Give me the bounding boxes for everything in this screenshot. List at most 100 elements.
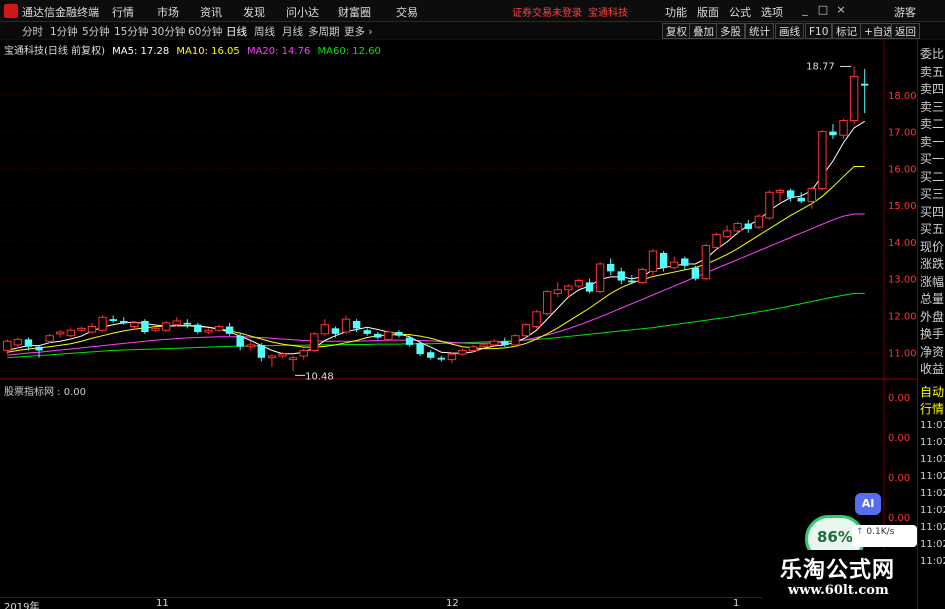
- candle: [861, 69, 869, 114]
- candle-body-down: [606, 263, 615, 272]
- quote-label: 外盘: [920, 309, 945, 324]
- ma5-line: [7, 120, 865, 355]
- quote-label: 涨跌: [920, 257, 945, 271]
- price-tick-label: 18.00: [888, 91, 917, 102]
- candle-body-up: [542, 291, 552, 315]
- tick-time: 11:02: [920, 556, 945, 567]
- candle-body-up: [765, 191, 774, 219]
- candle: [172, 317, 181, 327]
- candle: [733, 221, 742, 235]
- candle: [691, 265, 700, 281]
- network-speed-card: ↑ 0.1K/s: [852, 525, 917, 547]
- candle-body-down: [35, 346, 43, 351]
- candle: [87, 322, 97, 334]
- site-watermark: 乐淘公式网 www.60lt.com: [762, 550, 917, 600]
- candle-body-up: [648, 250, 658, 272]
- quote-label: 买三: [920, 187, 945, 201]
- candle: [849, 66, 859, 125]
- candle-body-down: [501, 341, 509, 345]
- quote-label: 换手: [920, 327, 945, 341]
- candle-body-up: [161, 322, 171, 331]
- candle: [839, 118, 848, 139]
- candle-body-down: [352, 320, 361, 329]
- candle: [712, 232, 721, 250]
- price-tick-label: 13.00: [888, 275, 917, 286]
- candle-body-up: [818, 131, 827, 190]
- candle-body-down: [437, 357, 445, 360]
- indicator-tick-label: 0.00: [888, 433, 910, 444]
- candle-body-up: [56, 331, 65, 335]
- candle-body-up: [320, 324, 330, 335]
- tick-time: 11:02: [920, 522, 945, 533]
- candle-body-down: [374, 333, 382, 338]
- candle-body-up: [87, 326, 97, 333]
- candle: [66, 328, 76, 338]
- ai-assistant-button[interactable]: AI: [855, 493, 881, 515]
- candle-body-up: [564, 285, 573, 291]
- tick-time: 11:02: [920, 539, 945, 550]
- candle: [341, 315, 351, 334]
- price-axis: 11.00 12.00 13.00 14.00 15.00 16.00 17.00 18.00: [888, 91, 917, 359]
- candle-body-up: [45, 335, 54, 342]
- candle: [384, 330, 393, 342]
- candle-body-down: [257, 344, 266, 358]
- candle-body-down: [120, 320, 128, 323]
- candle: [511, 333, 520, 347]
- candle-body-up: [214, 326, 224, 331]
- quote-label: 买四: [920, 204, 945, 219]
- date-label-year: 2019年: [4, 602, 40, 609]
- candle: [331, 326, 340, 338]
- candle-body-up: [722, 230, 732, 237]
- candle-body-up: [468, 346, 478, 351]
- candle: [427, 350, 435, 360]
- candle-body-down: [829, 131, 837, 136]
- auto-quote-label: 行情: [920, 402, 945, 416]
- candle-body-down: [363, 330, 371, 334]
- candle: [606, 258, 615, 276]
- candle-body-down: [194, 324, 202, 333]
- indicator-tick-label: 0.00: [888, 473, 910, 484]
- kline-chart[interactable]: 11.00 12.00 13.00 14.00 15.00 16.00 17.00 18.00…: [0, 0, 917, 597]
- candle: [236, 333, 244, 351]
- indicator-panel: 0.00 0.00 0.00 0.00: [0, 393, 910, 524]
- candle: [225, 322, 234, 336]
- quote-label: 委比: [920, 47, 945, 61]
- candle-body-down: [395, 332, 403, 336]
- candle: [246, 341, 255, 351]
- candle-body-down: [405, 337, 414, 345]
- quote-label: 卖一: [920, 134, 945, 149]
- candle: [183, 319, 191, 329]
- tick-time: 11:02: [920, 471, 945, 482]
- candle-body-up: [130, 322, 139, 328]
- candle: [363, 328, 371, 336]
- watermark-url: www.60lt.com: [788, 583, 889, 598]
- candle-body-down: [183, 322, 191, 325]
- candle-body-up: [669, 261, 679, 269]
- candle: [194, 322, 202, 334]
- candlestick-series: [3, 66, 869, 372]
- candle-body-up: [849, 75, 859, 122]
- candle: [638, 267, 647, 285]
- indicator-legend[interactable]: 股票指标网 : 0.00: [4, 383, 86, 398]
- quote-label: 买二: [920, 169, 945, 184]
- candle-body-down: [861, 83, 869, 86]
- candle-body-up: [288, 357, 298, 361]
- candle: [553, 282, 562, 298]
- candle-body-up: [521, 324, 531, 337]
- quote-label: 卖三: [920, 99, 945, 114]
- candle-body-up: [511, 335, 520, 346]
- candle: [797, 192, 805, 204]
- candle: [669, 256, 679, 270]
- candle: [447, 352, 457, 364]
- candle: [722, 225, 732, 239]
- quote-label: 净资: [920, 344, 945, 359]
- candle: [299, 348, 308, 360]
- candle-body-up: [3, 340, 12, 351]
- candle-body-down: [585, 282, 594, 292]
- candle: [744, 219, 752, 233]
- candle-body-down: [691, 267, 700, 279]
- candle: [395, 330, 403, 338]
- upload-arrow-icon: ↑: [856, 527, 864, 537]
- candle: [204, 328, 213, 334]
- candle-body-up: [172, 320, 181, 326]
